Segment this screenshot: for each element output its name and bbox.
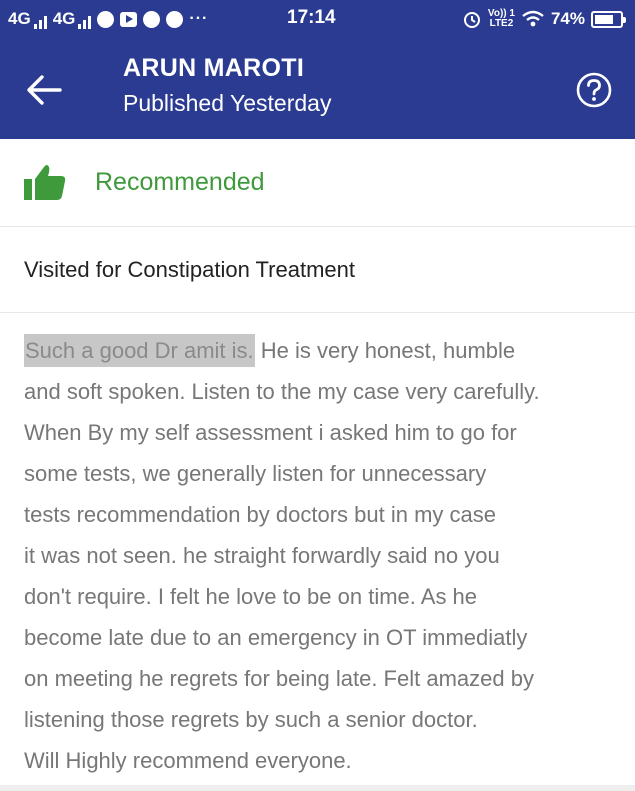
review-line: and soft spoken. Listen to the my case v… xyxy=(24,379,540,404)
review-line: When By my self assessment i asked him t… xyxy=(24,420,517,445)
status-right: Vo)) 1 LTE2 74% xyxy=(462,9,626,29)
volte-indicator: Vo)) 1 LTE2 xyxy=(488,9,515,29)
recommended-label: Recommended xyxy=(95,168,265,196)
chat-icon xyxy=(97,10,115,28)
review-line: Such a good Dr amit is. He is very hones… xyxy=(24,330,624,371)
thumbs-up-icon xyxy=(24,165,66,200)
review-line: some tests, we generally listen for unne… xyxy=(24,461,487,486)
app-notification-icon xyxy=(143,10,161,28)
selected-text[interactable]: Such a good Dr amit is. xyxy=(24,334,255,367)
review-line: it was not seen. he straight forwardly s… xyxy=(24,543,500,568)
visited-for-label: Visited for Constipation Treatment xyxy=(24,257,355,282)
check-icon xyxy=(166,10,184,28)
recommendation-row: Recommended xyxy=(0,139,635,227)
more-notifications-icon: ··· xyxy=(189,10,209,27)
review-line: on meeting he regrets for being late. Fe… xyxy=(24,666,534,691)
review-text: Such a good Dr amit is. He is very hones… xyxy=(24,330,624,781)
network-type-1: 4G xyxy=(8,9,31,28)
review-line-1-rest: He is very honest, humble xyxy=(254,338,516,363)
bottom-divider xyxy=(0,785,635,791)
signal-icon xyxy=(78,14,92,29)
network-indicator-2: 4G xyxy=(53,9,92,29)
review-line: tests recommendation by doctors but in m… xyxy=(24,502,496,527)
clock: 17:14 xyxy=(287,7,336,28)
review-line: Will Highly recommend everyone. xyxy=(24,748,352,773)
volte-bottom: LTE2 xyxy=(489,18,514,29)
battery-percent: 74% xyxy=(550,9,585,28)
status-left: 4G 4G ··· xyxy=(8,9,208,29)
published-date: Published Yesterday xyxy=(123,90,332,116)
youtube-icon xyxy=(120,11,138,27)
visited-row: Visited for Constipation Treatment xyxy=(0,227,635,313)
battery-level xyxy=(595,14,613,24)
network-indicator-1: 4G xyxy=(8,9,47,29)
review-line: don't require. I felt he love to be on t… xyxy=(24,584,478,609)
doctor-name-title: ARUN MAROTI xyxy=(123,54,305,82)
signal-icon xyxy=(33,14,47,29)
review-line: become late due to an emergency in OT im… xyxy=(24,625,528,650)
status-bar: 4G 4G ··· 17:14 Vo)) 1 LTE2 74% xyxy=(0,0,635,38)
help-icon[interactable] xyxy=(575,71,613,109)
app-bar: ARUN MAROTI Published Yesterday xyxy=(0,38,635,139)
wifi-icon xyxy=(522,10,544,27)
network-type-2: 4G xyxy=(52,9,76,28)
battery-icon xyxy=(591,10,626,28)
review-line: listening those regrets by such a senior… xyxy=(24,707,478,732)
back-arrow-icon[interactable] xyxy=(22,68,66,112)
alarm-icon xyxy=(463,12,480,28)
